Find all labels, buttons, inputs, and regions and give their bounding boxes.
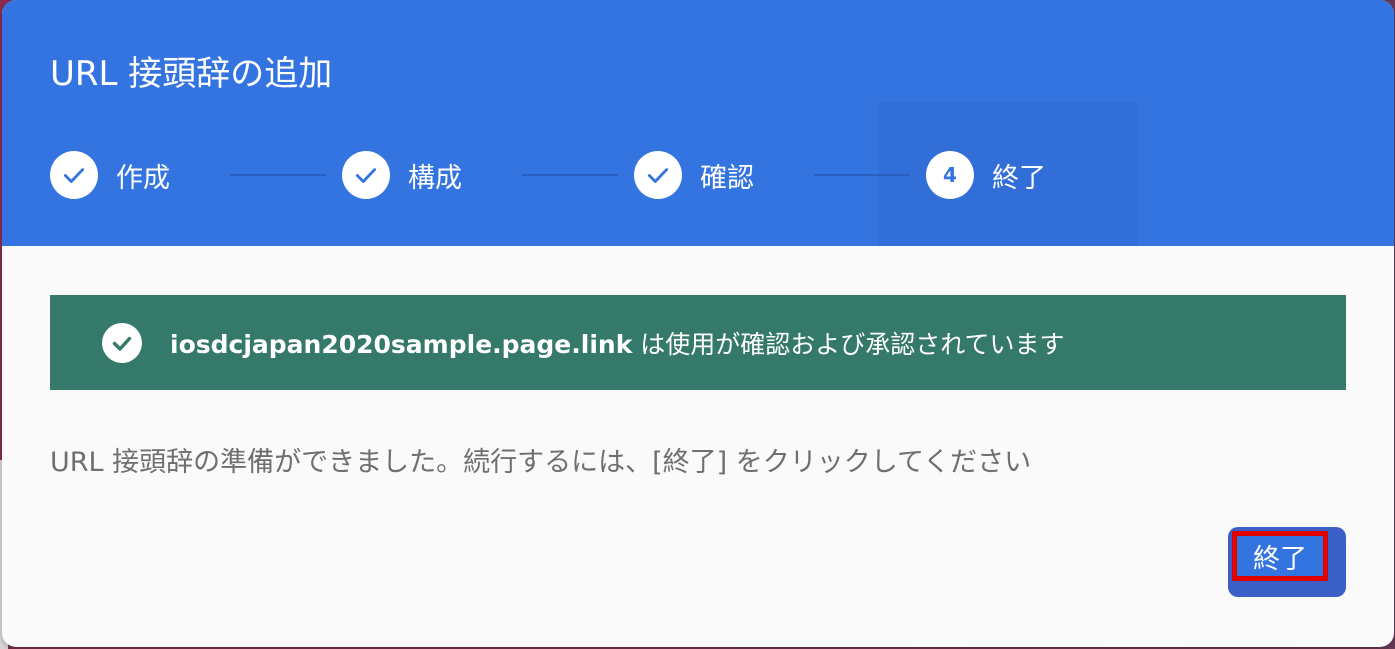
add-url-prefix-dialog: URL 接頭辞の追加 作成 構成 確認 4 終了 iosdcjapan2020s… — [2, 0, 1394, 647]
step-create: 作成 — [50, 151, 170, 199]
step-label: 確認 — [700, 162, 754, 194]
step-configure: 構成 — [342, 151, 462, 199]
step-label: 終了 — [992, 162, 1046, 194]
step-finish: 4 終了 — [926, 151, 1046, 199]
step-label: 構成 — [408, 162, 462, 194]
step-connector — [230, 174, 326, 176]
check-icon — [50, 151, 98, 199]
check-circle-icon — [102, 322, 142, 363]
step-connector — [522, 174, 618, 176]
finish-button[interactable]: 終了 — [1232, 531, 1328, 581]
success-message: iosdcjapan2020sample.page.link は使用が確認および… — [170, 325, 1065, 361]
instruction-text: URL 接頭辞の準備ができました。続行するには、[終了] をクリックしてください — [50, 447, 1032, 478]
step-label: 作成 — [116, 162, 170, 194]
dialog-title: URL 接頭辞の追加 — [50, 54, 333, 94]
finish-button-container: 終了 — [1228, 527, 1346, 597]
success-banner: iosdcjapan2020sample.page.link は使用が確認および… — [50, 295, 1346, 390]
step-connector — [814, 174, 910, 176]
check-icon — [634, 151, 682, 199]
verified-domain: iosdcjapan2020sample.page.link — [170, 329, 633, 359]
step-verify: 確認 — [634, 151, 754, 199]
dialog-header: URL 接頭辞の追加 作成 構成 確認 4 終了 — [2, 0, 1394, 246]
step-number: 4 — [926, 151, 974, 199]
success-message-text: は使用が確認および承認されています — [640, 329, 1065, 359]
check-icon — [342, 151, 390, 199]
